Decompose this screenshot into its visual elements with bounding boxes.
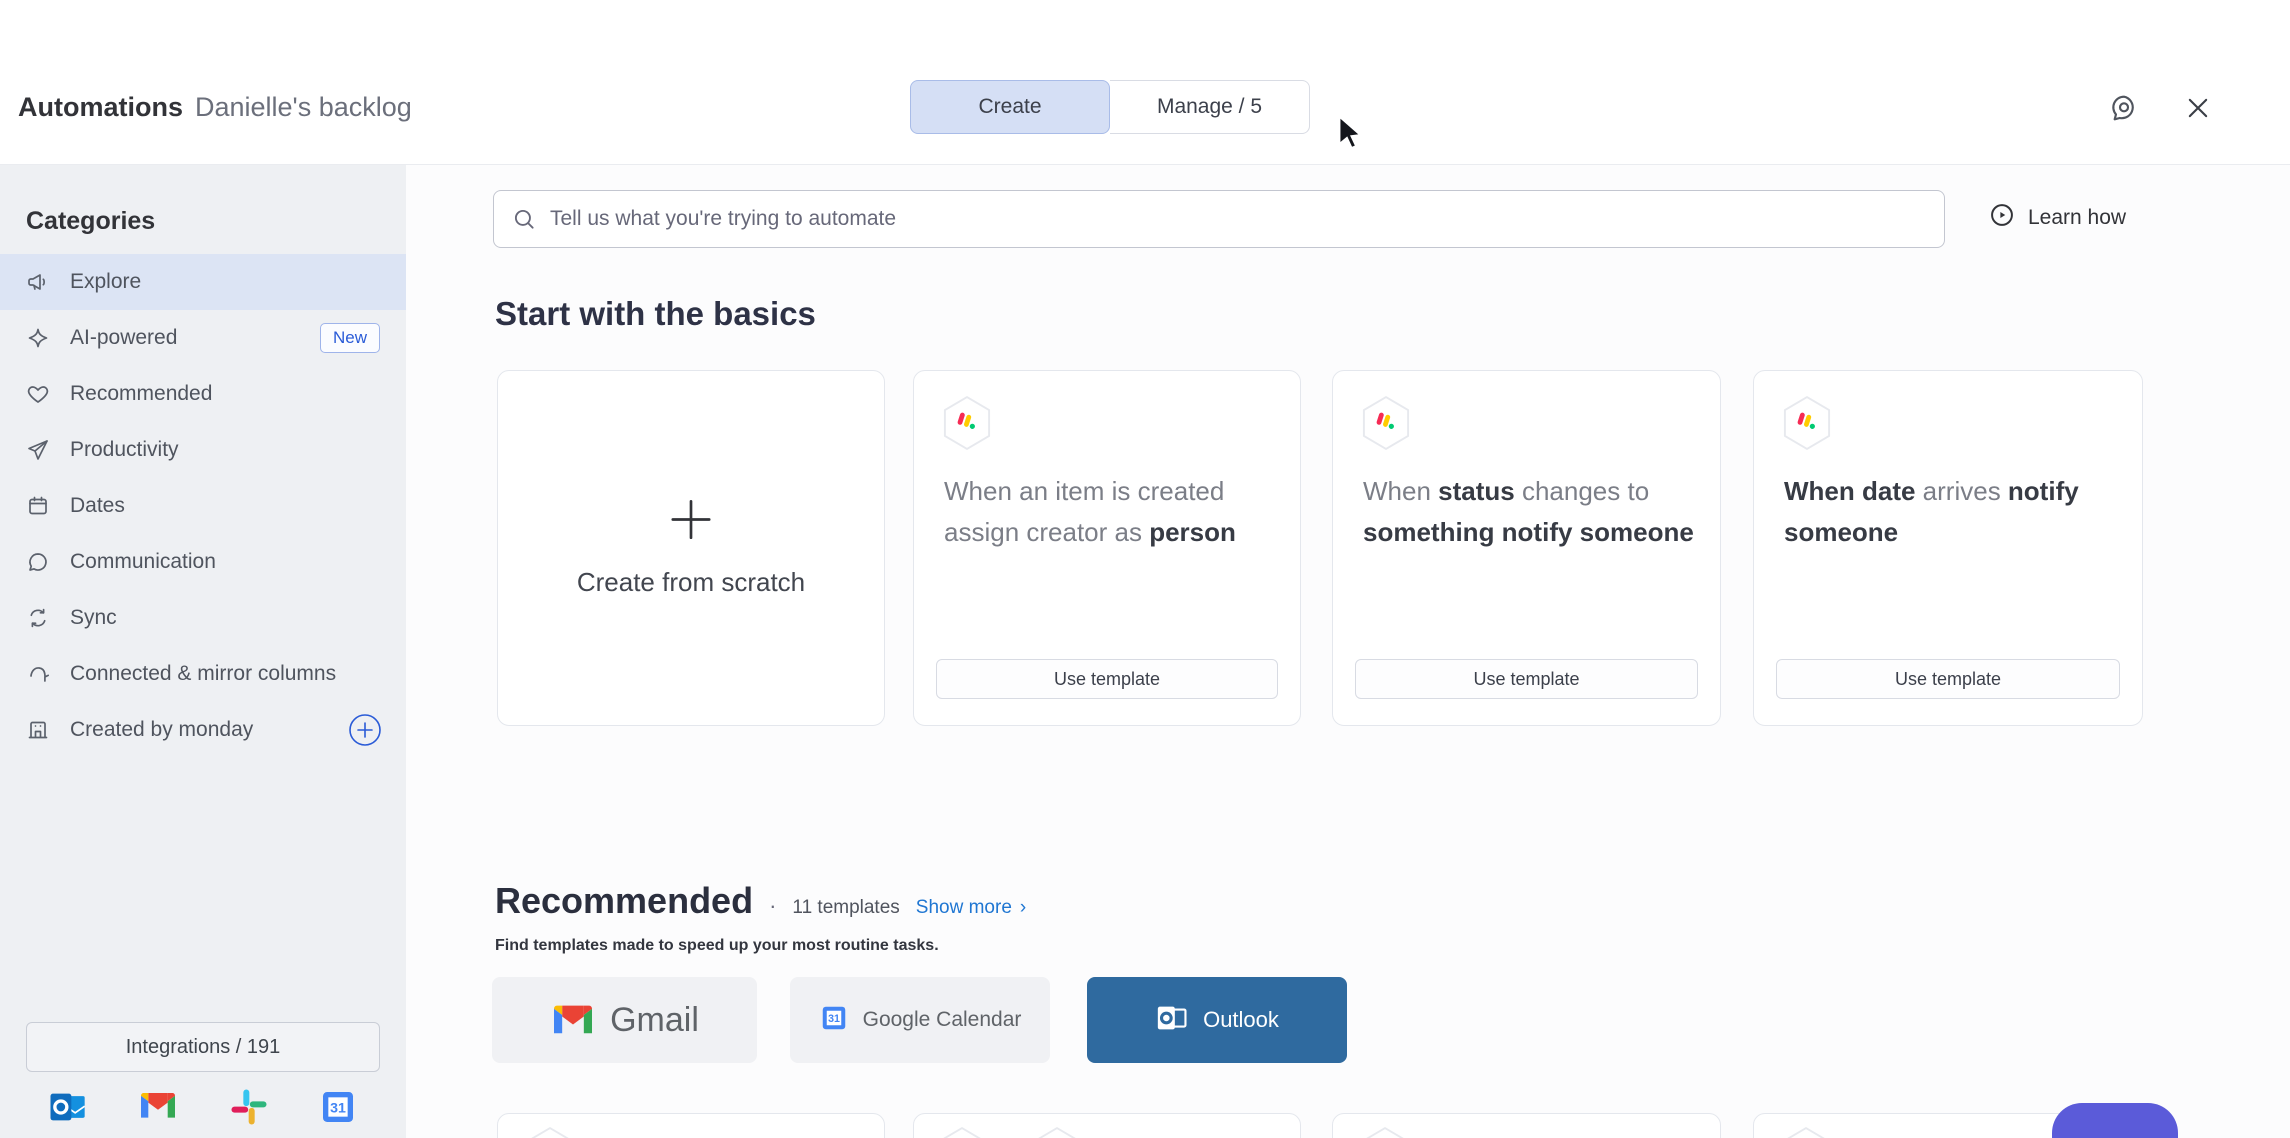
close-icon[interactable] <box>2184 94 2212 127</box>
svg-text:31: 31 <box>828 1013 840 1025</box>
heart-icon <box>26 382 50 406</box>
google-calendar-icon[interactable]: 31 <box>318 1087 358 1127</box>
monday-logo-badge <box>1782 1126 1830 1138</box>
sidebar-item-productivity[interactable]: Productivity <box>0 422 406 478</box>
create-from-scratch-card[interactable]: Create from scratch <box>497 370 885 726</box>
slack-icon[interactable] <box>229 1087 269 1127</box>
page-title-app: Automations <box>18 92 183 123</box>
help-button[interactable] <box>2052 1103 2178 1138</box>
template-title: When status changes to something notify … <box>1363 471 1694 553</box>
monday-logo-badge <box>942 395 992 456</box>
sidebar-item-recommended[interactable]: Recommended <box>0 366 406 422</box>
automations-center-modal: Automations Danielle's backlog Create Ma… <box>0 0 2290 1138</box>
learn-how-label: Learn how <box>2028 206 2126 230</box>
sidebar-item-dates[interactable]: Dates <box>0 478 406 534</box>
sidebar-item-label: Recommended <box>70 382 212 406</box>
plus-icon <box>668 497 714 548</box>
partial-template-card[interactable] <box>1332 1113 1721 1138</box>
integrations-button[interactable]: Integrations / 191 <box>26 1022 380 1072</box>
play-circle-icon <box>1988 201 2016 235</box>
use-template-button[interactable]: Use template <box>1355 659 1698 699</box>
plus-circle-icon[interactable] <box>348 713 382 747</box>
sidebar-item-ai-powered[interactable]: AI-powered New <box>0 310 406 366</box>
sidebar-item-communication[interactable]: Communication <box>0 534 406 590</box>
outlook-icon <box>1155 1001 1189 1040</box>
template-card-status-change[interactable]: When status changes to something notify … <box>1332 370 1721 726</box>
page-title: Automations Danielle's backlog <box>18 92 412 123</box>
calendar-icon <box>26 494 50 518</box>
sidebar-item-created-by-monday[interactable]: Created by monday <box>0 702 406 758</box>
chip-label: Outlook <box>1203 1007 1279 1033</box>
templates-count: 11 templates <box>792 897 899 919</box>
sidebar-item-label: Created by monday <box>70 718 253 742</box>
monday-logo-badge <box>1361 1126 1409 1138</box>
learn-how-link[interactable]: Learn how <box>1988 201 2126 235</box>
mirror-arrow-icon <box>26 662 50 686</box>
sidebar-item-connected-mirror[interactable]: Connected & mirror columns <box>0 646 406 702</box>
use-template-button[interactable]: Use template <box>1776 659 2120 699</box>
sidebar-heading: Categories <box>0 165 406 254</box>
monday-logo-badge <box>1782 395 1832 456</box>
partial-template-card[interactable] <box>497 1113 885 1138</box>
automation-search <box>493 190 1945 248</box>
filter-chip-google-calendar[interactable]: 31 Google Calendar <box>790 977 1050 1063</box>
gmail-icon[interactable] <box>137 1087 179 1127</box>
create-from-scratch-label: Create from scratch <box>498 567 884 598</box>
ai-sparkle-icon <box>26 326 50 350</box>
monday-logo-badge <box>526 1126 574 1138</box>
chip-label: Gmail <box>610 1001 699 1040</box>
partial-template-card[interactable] <box>913 1113 1301 1138</box>
mouse-cursor <box>1337 117 1363 152</box>
template-card-date-arrives[interactable]: When date arrives notify someone Use tem… <box>1753 370 2143 726</box>
search-input[interactable] <box>493 190 1945 248</box>
feedback-bubble-icon[interactable] <box>2108 92 2140 129</box>
integration-app-icons: 31 <box>0 1087 406 1127</box>
filter-chip-gmail[interactable]: Gmail <box>492 977 757 1063</box>
dot-separator: · <box>769 893 776 919</box>
sidebar-item-label: Explore <box>70 270 141 294</box>
basics-heading: Start with the basics <box>495 295 816 333</box>
tab-create[interactable]: Create <box>910 80 1110 134</box>
filter-chip-outlook[interactable]: Outlook <box>1087 977 1347 1063</box>
sidebar-item-label: Communication <box>70 550 216 574</box>
sidebar-item-label: AI-powered <box>70 326 177 350</box>
monday-logo-badge <box>1361 395 1411 456</box>
chevron-right-icon: › <box>1020 897 1026 919</box>
page-title-board: Danielle's backlog <box>195 92 412 123</box>
template-card-item-created[interactable]: When an item is created assign creator a… <box>913 370 1301 726</box>
sidebar-item-label: Connected & mirror columns <box>70 662 336 686</box>
chat-bubble-icon <box>26 550 50 574</box>
paper-plane-icon <box>26 438 50 462</box>
header: Automations Danielle's backlog Create Ma… <box>0 0 2290 165</box>
outlook-icon[interactable] <box>48 1087 88 1127</box>
sidebar-item-explore[interactable]: Explore <box>0 254 406 310</box>
template-title: When an item is created assign creator a… <box>944 471 1274 553</box>
tab-manage[interactable]: Manage / 5 <box>1110 80 1310 134</box>
sync-icon <box>26 606 50 630</box>
sidebar-categories: Categories Explore AI-powered New <box>0 165 406 1138</box>
gmail-icon <box>550 999 596 1042</box>
sidebar-item-sync[interactable]: Sync <box>0 590 406 646</box>
recommended-subtitle: Find templates made to speed up your mos… <box>495 937 939 955</box>
sidebar-item-label: Productivity <box>70 438 179 462</box>
sidebar-item-label: Dates <box>70 494 125 518</box>
template-title: When date arrives notify someone <box>1784 471 2116 553</box>
recommended-heading: Recommended <box>495 880 753 922</box>
main-panel: Learn how Start with the basics Create f… <box>406 165 2290 1138</box>
use-template-button[interactable]: Use template <box>936 659 1278 699</box>
chip-label: Google Calendar <box>863 1008 1022 1032</box>
svg-text:31: 31 <box>330 1100 346 1116</box>
sidebar-item-label: Sync <box>70 606 117 630</box>
app-logo-badge <box>938 1126 986 1138</box>
show-more-link[interactable]: Show more› <box>916 897 1026 919</box>
google-calendar-icon: 31 <box>819 1003 849 1038</box>
search-icon <box>511 206 537 237</box>
create-manage-tabs: Create Manage / 5 <box>910 80 1310 134</box>
app-logo-badge <box>1033 1126 1081 1138</box>
new-badge: New <box>320 323 380 353</box>
building-icon <box>26 718 50 742</box>
megaphone-icon <box>26 270 50 294</box>
